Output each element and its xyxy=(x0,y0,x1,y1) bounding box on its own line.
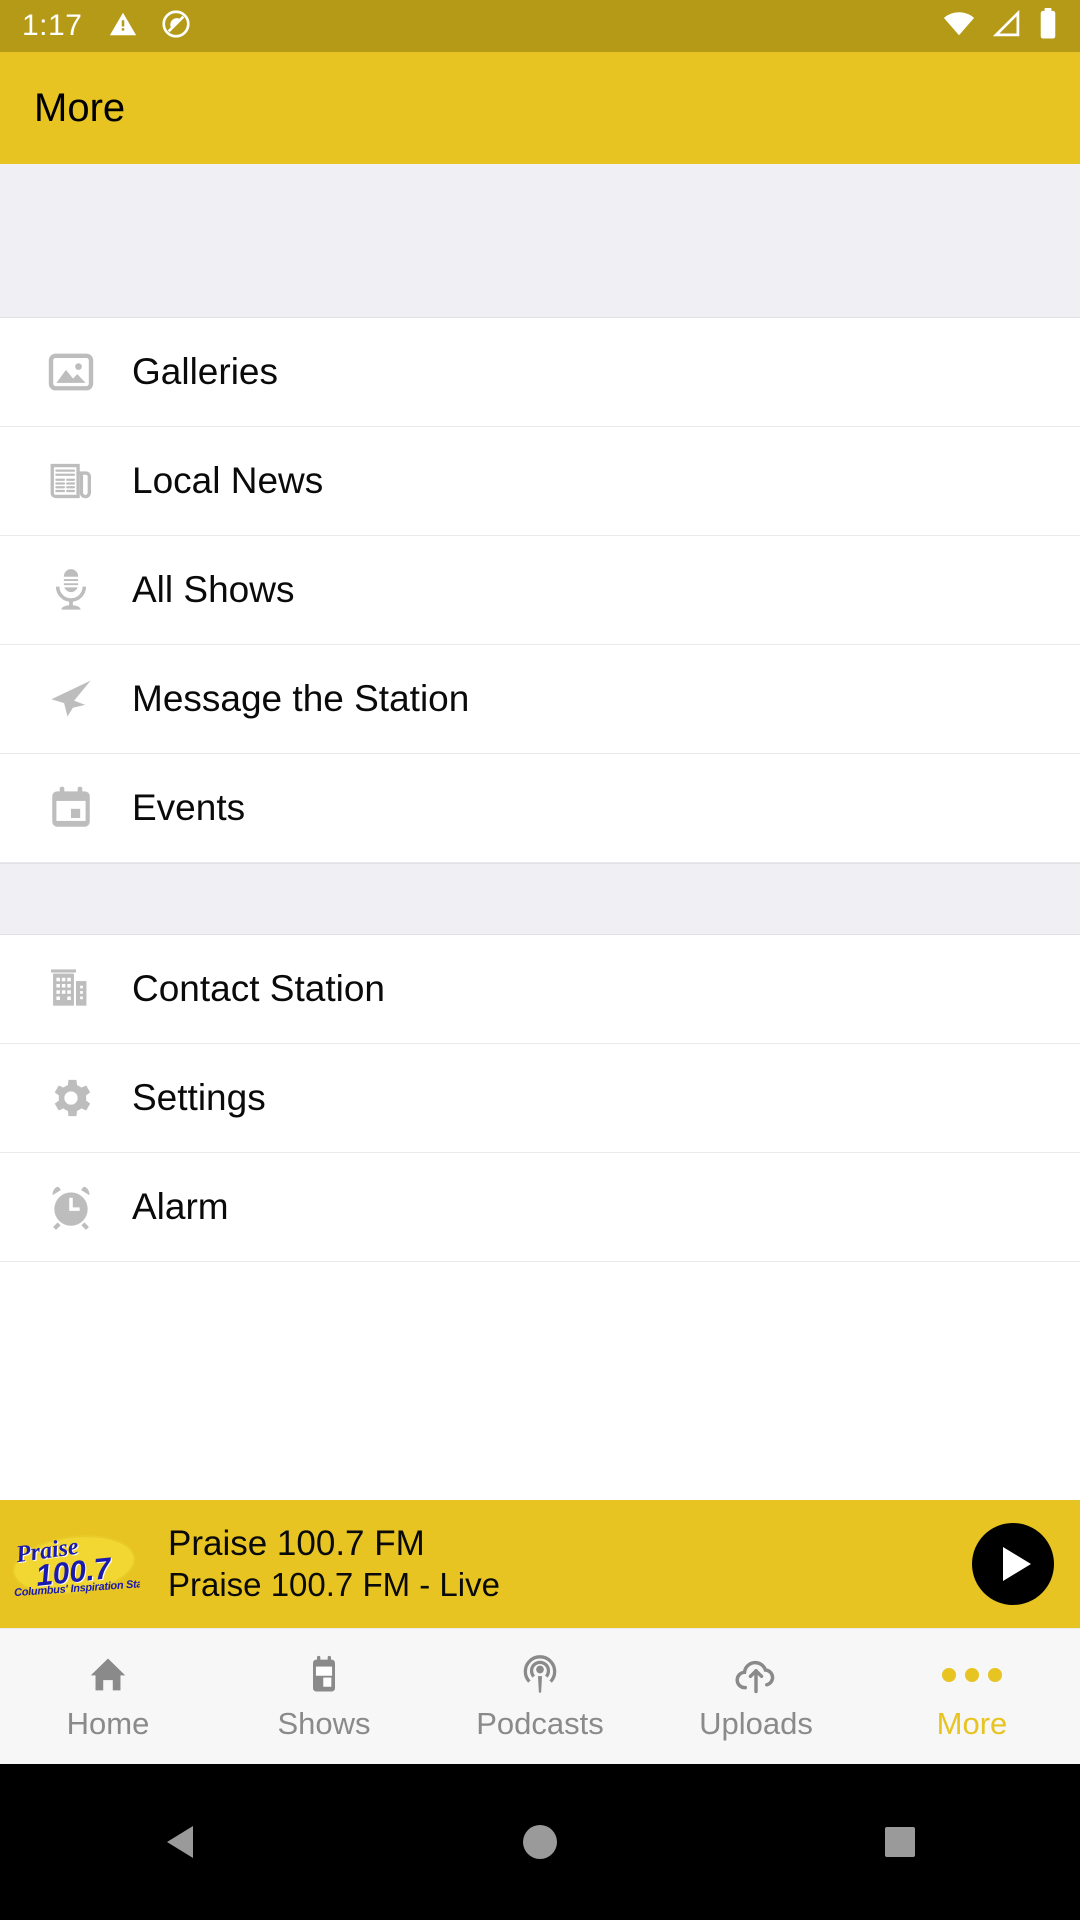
nav-back-button[interactable] xyxy=(0,1826,360,1858)
player-subtitle: Praise 100.7 FM - Live xyxy=(168,1566,500,1604)
podcast-icon xyxy=(517,1652,563,1698)
newspaper-icon xyxy=(44,454,98,508)
home-icon xyxy=(85,1652,131,1698)
tab-label: Home xyxy=(66,1705,150,1741)
menu-item-alarm[interactable]: Alarm xyxy=(0,1153,1080,1262)
menu-item-label: Settings xyxy=(132,1077,266,1118)
menu-item-label: Contact Station xyxy=(132,968,385,1009)
more-dots-icon xyxy=(942,1652,1002,1698)
cloud-upload-icon xyxy=(733,1652,779,1698)
menu-item-label: Message the Station xyxy=(132,678,470,719)
calendar-icon xyxy=(44,781,98,835)
menu-item-contact-station[interactable]: Contact Station xyxy=(0,935,1080,1044)
paper-plane-icon xyxy=(44,672,98,726)
menu-item-label: All Shows xyxy=(132,569,295,610)
wifi-icon xyxy=(942,10,976,43)
menu-item-message-the-station[interactable]: Message the Station xyxy=(0,645,1080,754)
player-metadata: Praise 100.7 FM Praise 100.7 FM - Live xyxy=(168,1523,972,1605)
menu-item-label: Alarm xyxy=(132,1186,229,1227)
battery-icon xyxy=(1038,7,1058,45)
app-bar: More xyxy=(0,52,1080,164)
tab-home[interactable]: Home xyxy=(0,1652,216,1742)
alarm-clock-icon xyxy=(44,1180,98,1234)
tab-label: More xyxy=(936,1705,1008,1741)
tab-label: Podcasts xyxy=(476,1705,604,1741)
section-gap-top xyxy=(0,164,1080,318)
tab-shows[interactable]: Shows xyxy=(216,1652,432,1742)
status-bar: 1:17 xyxy=(0,0,1080,52)
section-gap-middle xyxy=(0,863,1080,935)
page-title: More xyxy=(34,85,126,130)
warning-triangle-icon xyxy=(108,9,138,44)
nav-home-button[interactable] xyxy=(360,1825,720,1859)
home-circle-icon xyxy=(523,1825,557,1859)
gear-icon xyxy=(44,1071,98,1125)
nav-recents-button[interactable] xyxy=(720,1827,1080,1857)
menu-item-all-shows[interactable]: All Shows xyxy=(0,536,1080,645)
menu-item-label: Local News xyxy=(132,460,324,501)
play-button[interactable] xyxy=(972,1523,1054,1605)
tab-podcasts[interactable]: Podcasts xyxy=(432,1652,648,1742)
menu-item-local-news[interactable]: Local News xyxy=(0,427,1080,536)
bottom-tab-bar[interactable]: Home Shows Podcasts Uploads More xyxy=(0,1628,1080,1764)
tab-more[interactable]: More xyxy=(864,1652,1080,1742)
station-logo: Praise 100.7 Columbus' Inspiration Stati… xyxy=(8,1528,140,1600)
status-clock: 1:17 xyxy=(22,9,83,42)
menu-item-label: Galleries xyxy=(132,351,278,392)
menu-item-settings[interactable]: Settings xyxy=(0,1044,1080,1153)
tab-label: Uploads xyxy=(699,1705,813,1741)
play-icon xyxy=(1003,1547,1031,1581)
recents-square-icon xyxy=(885,1827,915,1857)
do-not-disturb-icon xyxy=(160,8,192,45)
menu-item-galleries[interactable]: Galleries xyxy=(0,318,1080,427)
menu-item-label: Events xyxy=(132,787,246,828)
tab-uploads[interactable]: Uploads xyxy=(648,1652,864,1742)
building-icon xyxy=(44,962,98,1016)
mini-player-bar[interactable]: Praise 100.7 Columbus' Inspiration Stati… xyxy=(0,1500,1080,1628)
player-title: Praise 100.7 FM xyxy=(168,1523,425,1563)
calendar-icon xyxy=(301,1652,347,1698)
cellular-signal-icon xyxy=(992,9,1022,43)
back-triangle-icon xyxy=(167,1826,193,1858)
microphone-icon xyxy=(44,563,98,617)
menu-item-events[interactable]: Events xyxy=(0,754,1080,863)
android-navigation-bar[interactable] xyxy=(0,1764,1080,1920)
image-icon xyxy=(44,345,98,399)
tab-label: Shows xyxy=(277,1705,371,1741)
